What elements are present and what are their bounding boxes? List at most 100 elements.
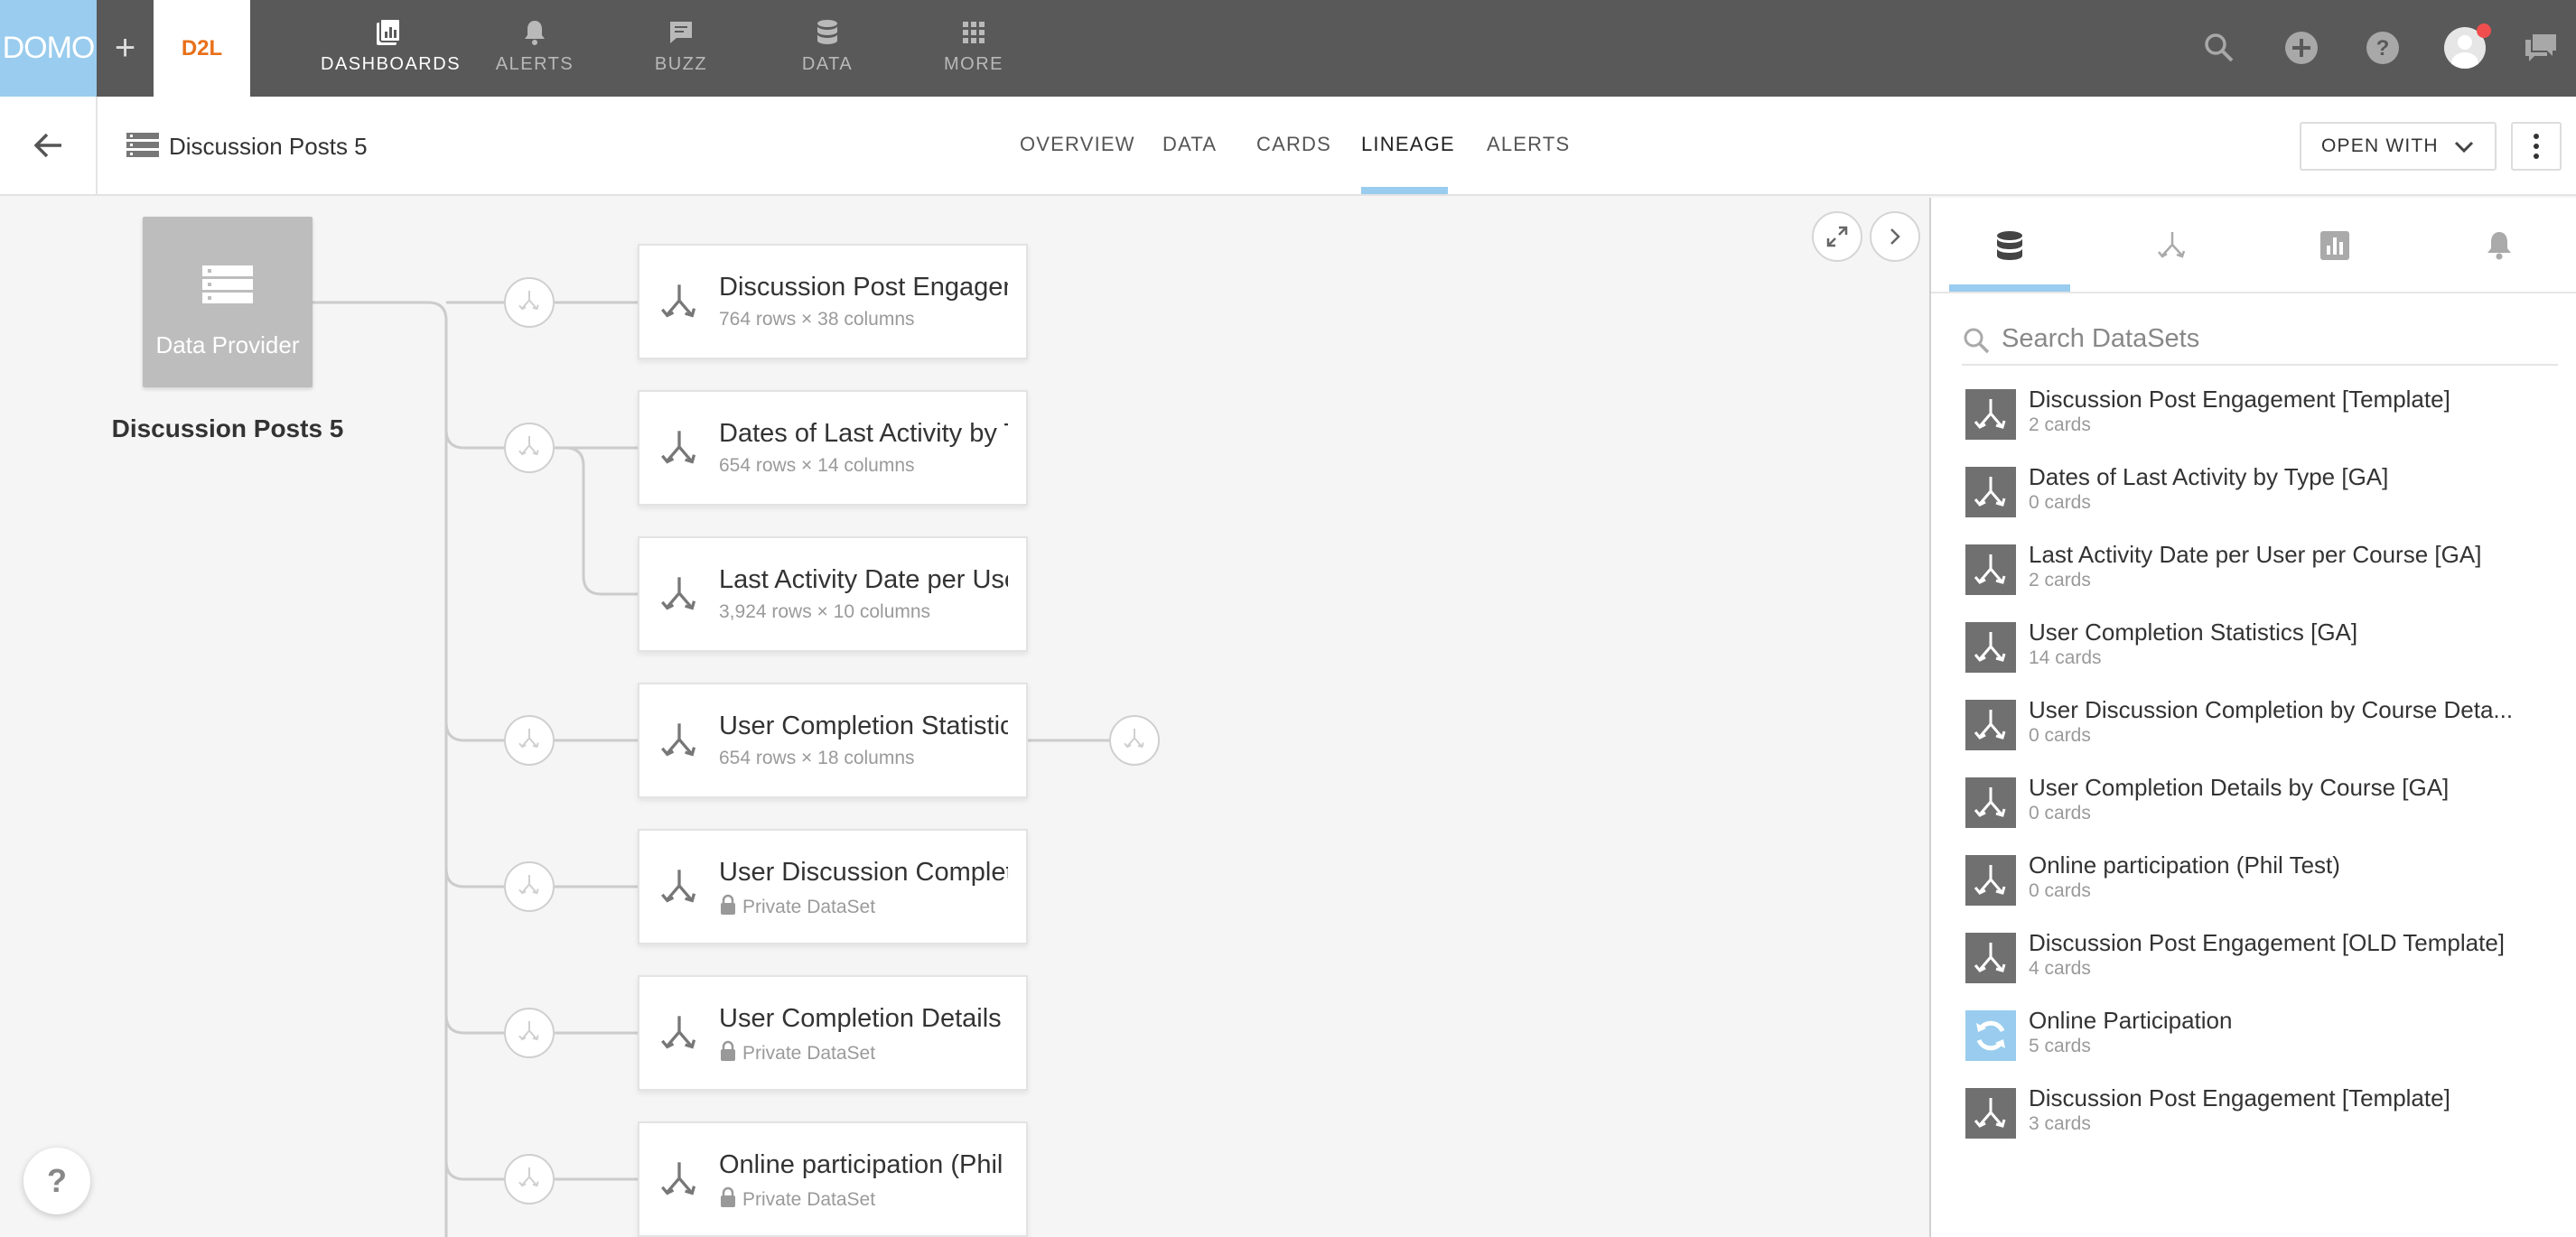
dataset-card-count: 14 cards (2029, 647, 2102, 668)
more-options-button[interactable] (2511, 122, 2562, 171)
nav-more[interactable]: MORE (906, 16, 1041, 81)
back-button[interactable] (0, 97, 98, 194)
dataset-name: Online participation (Phil Test) (2029, 851, 2340, 879)
dataflow-icon (1965, 700, 2016, 750)
dataflow-node[interactable] (504, 423, 555, 473)
dataset-node-card[interactable]: Dates of Last Activity by Type [GA] 654 r… (638, 390, 1028, 506)
dataset-name: User Discussion Completion by Course Det… (2029, 696, 2514, 723)
search-input[interactable] (2002, 322, 2543, 355)
help-icon[interactable]: ? (2362, 27, 2403, 69)
messages-icon[interactable] (2520, 27, 2562, 69)
dataset-node-title: Online participation (Phil Test) (719, 1150, 1008, 1179)
dataset-node-subtitle-text: 654 rows × 14 columns (719, 455, 915, 476)
dataflow-icon (659, 721, 699, 765)
create-plus-button[interactable]: + (97, 0, 154, 97)
open-with-label: OPEN WITH (2321, 135, 2439, 156)
dataset-node-subtitle-text: Private DataSet (742, 1043, 876, 1064)
bell-icon (467, 16, 602, 49)
database-icon (760, 16, 895, 49)
lineage-canvas[interactable]: Data Provider Discussion Posts 5 Discuss… (0, 198, 1929, 1237)
dataset-card-count: 5 cards (2029, 1036, 2091, 1056)
dataset-list-item[interactable]: Discussion Post Engagement [OLD Template… (1965, 929, 2562, 1005)
server-icon (202, 265, 253, 303)
dataset-node-title: Last Activity Date per User per Course [… (719, 565, 1008, 594)
dataflow-icon (659, 574, 699, 618)
dataset-node-card[interactable]: Discussion Post Engagement [Template] 764… (638, 244, 1028, 359)
dashboards-icon (321, 16, 456, 49)
dataset-list-item[interactable]: Online participation (Phil Test) 0 cards (1965, 851, 2562, 927)
dataset-card-count: 3 cards (2029, 1113, 2091, 1134)
dataflow-icon (1965, 544, 2016, 595)
tab-lineage[interactable]: LINEAGE (1361, 133, 1455, 156)
dataset-node-subtitle: Private DataSet (719, 1040, 875, 1067)
dataset-node-subtitle-text: 764 rows × 38 columns (719, 309, 915, 330)
nav-data[interactable]: DATA (760, 16, 895, 81)
chevron-down-icon (2454, 141, 2474, 153)
dataset-node-subtitle: 3,924 rows × 10 columns (719, 601, 930, 623)
open-with-button[interactable]: OPEN WITH (2300, 122, 2497, 171)
svg-text:?: ? (2376, 36, 2390, 60)
dataflow-icon (1965, 467, 2016, 517)
expand-button[interactable] (1812, 211, 1862, 262)
dataflow-icon (659, 1159, 699, 1204)
dataset-node-card[interactable]: Online participation (Phil Test) Private … (638, 1121, 1028, 1237)
dataset-list-item[interactable]: User Completion Details by Course [GA] 0 … (1965, 774, 2562, 850)
nav-dashboards-label: DASHBOARDS (321, 54, 462, 74)
dataflow-icon (659, 1013, 699, 1057)
dataflow-node[interactable] (1109, 715, 1160, 766)
tab-cards[interactable]: CARDS (1256, 133, 1331, 156)
dataflow-node[interactable] (504, 1154, 555, 1204)
dataflow-icon (518, 434, 541, 462)
panel-tab-bar (1931, 198, 2576, 293)
dataflow-node[interactable] (504, 715, 555, 766)
search-icon[interactable] (2198, 27, 2240, 69)
dataflow-node[interactable] (504, 1008, 555, 1058)
nav-dashboards[interactable]: DASHBOARDS (321, 16, 462, 81)
dataset-card-count: 4 cards (2029, 958, 2091, 979)
dataflow-icon (1965, 622, 2016, 673)
help-button[interactable]: ? (23, 1148, 90, 1214)
nav-more-label: MORE (944, 54, 1003, 74)
dataset-list-item[interactable]: User Completion Statistics [GA] 14 cards (1965, 618, 2562, 694)
dataset-list-item[interactable]: Online Participation 5 cards (1965, 1007, 2562, 1083)
add-icon[interactable] (2281, 27, 2322, 69)
tab-overview[interactable]: OVERVIEW (1020, 133, 1135, 156)
dataset-list-item[interactable]: Discussion Post Engagement [Template] 2 c… (1965, 386, 2562, 461)
panel-tab-dataflows[interactable] (2112, 230, 2233, 293)
dataset-card-count: 0 cards (2029, 725, 2091, 746)
dataflow-node[interactable] (504, 861, 555, 912)
dataset-node-card[interactable]: User Discussion Completion by Course Det… (638, 829, 1028, 944)
dataflow-node[interactable] (504, 277, 555, 328)
notification-badge (2477, 23, 2491, 38)
dataset-node-card[interactable]: Last Activity Date per User per Course [… (638, 536, 1028, 652)
bar-chart-icon (2320, 231, 2349, 260)
domo-logo[interactable]: DOMO (0, 0, 97, 97)
collapse-panel-button[interactable] (1870, 211, 1920, 262)
tab-alerts[interactable]: ALERTS (1487, 133, 1570, 156)
dataset-node-subtitle-text: Private DataSet (742, 897, 876, 917)
dataflow-icon (518, 1019, 541, 1047)
panel-tab-cards[interactable] (2274, 230, 2395, 293)
dataset-list-item[interactable]: Last Activity Date per User per Course [… (1965, 541, 2562, 617)
chevron-right-icon (1890, 228, 1900, 245)
dataset-list-item[interactable]: Discussion Post Engagement [Template] 3 c… (1965, 1084, 2562, 1160)
tab-data[interactable]: DATA (1162, 133, 1217, 156)
grid-icon (906, 16, 1041, 49)
lock-icon (719, 1186, 737, 1214)
data-provider-node[interactable]: Data Provider (143, 217, 313, 387)
expand-icon (1826, 226, 1848, 247)
dataset-node-card[interactable]: User Completion Statistics [GA] 654 rows … (638, 683, 1028, 798)
dataflow-icon (1965, 389, 2016, 440)
nav-data-label: DATA (801, 54, 854, 74)
dataset-node-subtitle-text: Private DataSet (742, 1189, 876, 1210)
dataset-node-subtitle-text: 3,924 rows × 10 columns (719, 601, 931, 622)
dataset-list-item[interactable]: User Discussion Completion by Course Det… (1965, 696, 2562, 772)
dataset-card-count: 2 cards (2029, 570, 2091, 591)
panel-tab-alerts[interactable] (2439, 230, 2560, 293)
nav-buzz[interactable]: BUZZ (613, 16, 749, 81)
dataset-list-item[interactable]: Dates of Last Activity by Type [GA] 0 car… (1965, 463, 2562, 539)
dataset-node-card[interactable]: User Completion Details by Course [GA] Pr… (638, 975, 1028, 1091)
nav-alerts[interactable]: ALERTS (467, 16, 602, 81)
d2l-logo[interactable]: D2L (154, 0, 250, 97)
lock-icon (719, 894, 737, 921)
